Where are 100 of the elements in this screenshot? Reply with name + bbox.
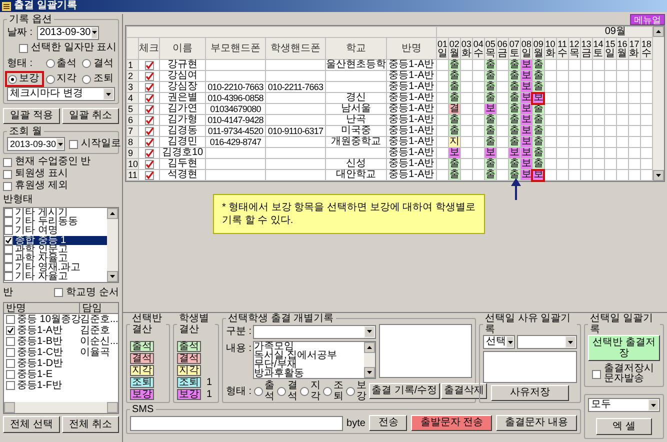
list-item[interactable]: 기타 여명 bbox=[4, 226, 107, 236]
radio-button[interactable] bbox=[276, 386, 286, 396]
radio-button[interactable] bbox=[82, 59, 92, 68]
checkbox[interactable] bbox=[592, 370, 601, 378]
save-reason-button[interactable]: 사유저장 bbox=[491, 385, 569, 401]
checkbox[interactable] bbox=[6, 326, 15, 335]
checkbox[interactable] bbox=[54, 288, 64, 297]
checkbox[interactable] bbox=[6, 381, 15, 390]
table-cell: 중등1-F반 bbox=[17, 380, 62, 391]
select-button[interactable]: 전체 취소 bbox=[62, 416, 119, 433]
radio-button[interactable] bbox=[46, 74, 55, 84]
table-cell: 신성 bbox=[325, 158, 386, 170]
filter-dropdown[interactable]: 모두 bbox=[588, 398, 660, 412]
record-button[interactable]: 출결삭제 bbox=[441, 383, 488, 399]
sms-button[interactable]: 전송 bbox=[369, 415, 408, 431]
category-dropdown[interactable] bbox=[253, 324, 376, 338]
up-arrow-icon bbox=[110, 212, 115, 215]
column-header[interactable]: 체크 bbox=[138, 38, 160, 60]
column-header[interactable]: 부모핸드폰 bbox=[206, 38, 266, 60]
radio-button[interactable] bbox=[300, 386, 309, 396]
scrollbar[interactable] bbox=[107, 208, 118, 282]
radio-label: 결석 bbox=[93, 58, 114, 70]
excel-button[interactable]: 엑 셀 bbox=[596, 418, 652, 435]
column-header[interactable]: 학생핸드폰 bbox=[265, 38, 326, 60]
table-cell: 강심여 bbox=[160, 70, 206, 82]
checkbox[interactable] bbox=[3, 182, 12, 190]
column-header[interactable]: 담임 bbox=[80, 303, 118, 313]
list-item[interactable]: 기타 자율고 bbox=[4, 272, 107, 282]
checkbox[interactable] bbox=[4, 254, 13, 264]
down-arrow-icon bbox=[110, 275, 115, 278]
type-label: 형태 : bbox=[7, 57, 34, 71]
list-item[interactable]: 독서실,집에서공부 bbox=[254, 351, 364, 360]
mode-dropdown[interactable]: 체크시마다 변경 bbox=[7, 87, 115, 101]
column-header[interactable]: 이름 bbox=[160, 38, 206, 60]
table-cell: 011-9734-4520 bbox=[206, 126, 266, 136]
checkbox[interactable] bbox=[4, 217, 13, 226]
checkbox[interactable] bbox=[6, 315, 15, 324]
apply-button[interactable]: 일괄 적용 bbox=[3, 108, 60, 124]
checkbox[interactable] bbox=[4, 226, 13, 236]
sms-button[interactable]: 출결문자 내용 bbox=[496, 415, 577, 431]
list-item[interactable]: 기타 영재.과고 bbox=[4, 263, 107, 272]
checkbox-label: 시작일로 bbox=[81, 138, 121, 150]
list-item[interactable]: 기타 게시기 bbox=[4, 208, 107, 218]
date-picker[interactable]: 2013-09-30 bbox=[36, 26, 99, 40]
radio-button[interactable] bbox=[82, 74, 92, 84]
save-attendance-button[interactable]: 선택반 출결저장 bbox=[588, 335, 660, 361]
scrollbar[interactable] bbox=[653, 26, 664, 181]
list-item[interactable]: 방과후활동 bbox=[254, 369, 364, 378]
sms-input[interactable] bbox=[130, 416, 343, 430]
radio-button[interactable] bbox=[346, 386, 355, 396]
memo-field[interactable] bbox=[379, 324, 472, 378]
apply-button[interactable]: 일괄 취소 bbox=[62, 108, 119, 124]
checkbox[interactable] bbox=[4, 272, 13, 282]
checkbox[interactable] bbox=[6, 370, 15, 379]
checkbox[interactable] bbox=[4, 236, 13, 245]
radio-label: 조퇴 bbox=[334, 380, 344, 402]
radio-button[interactable] bbox=[46, 59, 55, 68]
checkbox[interactable] bbox=[6, 348, 15, 357]
caret-icon bbox=[565, 336, 576, 348]
list-item[interactable]: 과학 인문고 bbox=[4, 244, 107, 254]
month-picker[interactable]: 2013-09-30 bbox=[7, 137, 65, 151]
row-number: 5 bbox=[126, 104, 139, 114]
list-item[interactable]: 과학 자율고 bbox=[4, 254, 107, 264]
radio-label: 보강 bbox=[356, 380, 367, 402]
manual-button[interactable]: 메뉴얼 bbox=[630, 14, 665, 25]
radio-button[interactable] bbox=[8, 74, 17, 84]
table-cell: 김경동 bbox=[160, 126, 206, 136]
column-header[interactable]: 반명 bbox=[386, 38, 436, 60]
reason-dropdown[interactable] bbox=[517, 335, 577, 349]
checkbox[interactable] bbox=[19, 44, 28, 52]
checkbox-label: 출결저장시 문자발송 bbox=[604, 364, 655, 384]
select-button[interactable]: 전체 선택 bbox=[3, 416, 60, 433]
sms-button[interactable]: 출발문자 전송 bbox=[411, 415, 492, 431]
row-number: 6 bbox=[126, 114, 139, 126]
column-header[interactable]: 반명 bbox=[4, 303, 80, 313]
record-button[interactable]: 출결 기록/수정 bbox=[368, 383, 440, 399]
list-item[interactable]: 무단/부재 bbox=[254, 360, 364, 369]
radio-button[interactable] bbox=[254, 386, 263, 396]
table-cell: 중등1-A반 bbox=[386, 126, 436, 136]
radio-button[interactable] bbox=[322, 386, 332, 396]
reason-field[interactable] bbox=[483, 351, 577, 383]
list-item[interactable]: 가족모임 bbox=[254, 342, 364, 351]
checkbox[interactable] bbox=[3, 158, 12, 166]
radio-label: 지각 bbox=[56, 73, 77, 85]
checkbox[interactable] bbox=[4, 208, 13, 218]
column-header[interactable]: 학교 bbox=[325, 38, 386, 60]
day-number: 09 bbox=[533, 38, 544, 48]
reason-type-dropdown[interactable]: 선택 bbox=[483, 335, 515, 349]
checkbox[interactable] bbox=[6, 359, 15, 368]
weekday: 일 bbox=[605, 48, 616, 58]
checkbox[interactable] bbox=[3, 170, 12, 178]
list-item[interactable]: 기타 두리동동 bbox=[4, 217, 107, 226]
scrollbar[interactable] bbox=[4, 402, 118, 413]
checkbox[interactable] bbox=[69, 140, 78, 148]
scrollbar[interactable] bbox=[364, 342, 375, 378]
checkbox[interactable] bbox=[4, 263, 13, 272]
checkbox[interactable] bbox=[6, 337, 15, 346]
reason-list[interactable]: 가족모임 독서실,집에서공부 무단/부재 방과후활동 bbox=[253, 341, 376, 379]
list-item[interactable]: 종합 중등 1 bbox=[4, 236, 107, 245]
day-number: 05 bbox=[485, 38, 496, 48]
